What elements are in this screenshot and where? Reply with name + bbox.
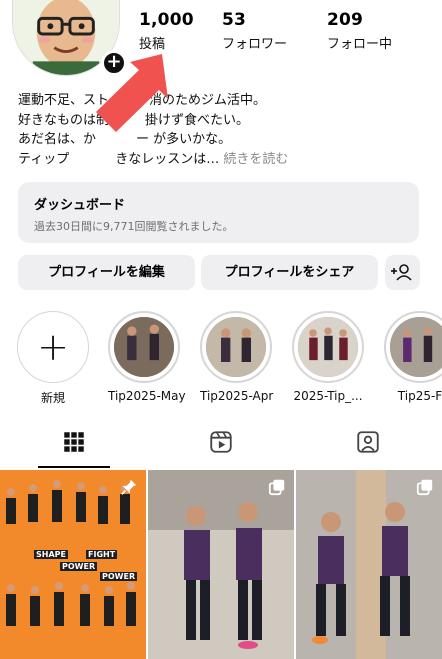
annotation-arrow-icon	[96, 54, 168, 132]
share-profile-button[interactable]: プロフィールをシェア	[201, 255, 378, 290]
highlight-item[interactable]: Tip2025-May	[108, 311, 186, 403]
stat-posts[interactable]: 1,000 投稿	[139, 10, 194, 52]
highlight-label: Tip2025-May	[108, 389, 186, 403]
post-thumbnail[interactable]	[148, 470, 294, 659]
highlight-label: 2025-Tip_...	[293, 389, 363, 403]
post-overlay-text: SHAPE	[34, 550, 68, 559]
post-thumbnail[interactable]	[296, 470, 442, 659]
stat-followers-value: 53	[222, 10, 247, 30]
posts-grid: SHAPE POWER FIGHT POWER	[0, 470, 442, 659]
tagged-icon	[356, 431, 379, 453]
bio-read-more-link[interactable]: 続きを読む	[223, 152, 288, 167]
profile-content-tabs	[0, 416, 442, 468]
professional-dashboard-card[interactable]: ダッシュボード 過去30日間に9,771回閲覧されました。	[18, 182, 419, 243]
stat-followers-label: フォロワー	[222, 37, 288, 52]
dashboard-title: ダッシュボード	[34, 198, 126, 213]
plus-icon: +	[37, 325, 69, 369]
reels-icon	[209, 431, 232, 453]
highlight-new-ring[interactable]: +	[17, 311, 89, 383]
tab-reels[interactable]	[147, 416, 294, 468]
dashboard-subtitle: 過去30日間に9,771回閲覧されました。	[34, 220, 234, 233]
stat-posts-value: 1,000	[139, 10, 194, 30]
tab-tagged[interactable]	[294, 416, 441, 468]
highlight-label: Tip25-F	[397, 389, 442, 403]
highlight-item[interactable]: Tip25-F	[384, 311, 442, 403]
stat-followers[interactable]: 53 フォロワー	[222, 10, 287, 52]
stat-following-label: フォロー中	[327, 37, 393, 52]
highlight-thumbnail	[390, 317, 442, 377]
post-overlay-text: POWER	[100, 572, 138, 581]
bio-line: ティップ きなレッスンは… 続きを読む	[18, 151, 289, 167]
highlight-item[interactable]: Tip2025-Apr	[200, 311, 274, 403]
post-overlay-text: FIGHT	[86, 550, 118, 559]
carousel-icon	[268, 479, 285, 496]
post-image	[296, 470, 442, 659]
discover-people-button[interactable]	[385, 255, 420, 290]
highlight-item[interactable]: 2025-Tip_...	[292, 311, 364, 403]
highlight-label: 新規	[40, 391, 65, 405]
carousel-icon	[416, 479, 433, 496]
add-person-icon	[391, 264, 412, 281]
stat-following-value: 209	[327, 10, 364, 30]
stat-following[interactable]: 209 フォロー中	[327, 10, 392, 52]
tab-posts-grid[interactable]	[0, 416, 147, 468]
post-thumbnail[interactable]: SHAPE POWER FIGHT POWER	[0, 470, 146, 659]
edit-profile-button[interactable]: プロフィールを編集	[18, 255, 195, 290]
grid-icon	[63, 432, 84, 452]
highlight-thumbnail	[206, 317, 266, 377]
highlight-thumbnail	[114, 317, 174, 377]
pin-icon	[121, 479, 137, 495]
highlight-new[interactable]: + 新規	[17, 311, 89, 406]
highlight-thumbnail	[298, 317, 358, 377]
post-image	[148, 470, 294, 659]
post-overlay-text: POWER	[60, 562, 98, 571]
highlight-label: Tip2025-Apr	[200, 389, 274, 403]
